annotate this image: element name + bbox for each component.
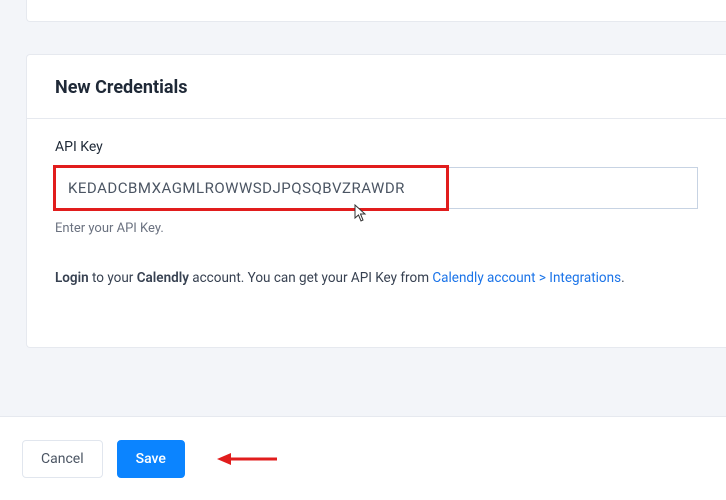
- new-credentials-card: New Credentials API Key Enter your API K…: [26, 54, 726, 348]
- save-button[interactable]: Save: [117, 440, 185, 478]
- api-key-hint: Enter your API Key.: [55, 221, 698, 236]
- card-title: New Credentials: [55, 77, 698, 98]
- info-suffix: .: [621, 270, 625, 286]
- api-key-input[interactable]: [55, 167, 698, 209]
- api-key-input-wrap: [55, 167, 698, 209]
- info-text: Login to your Calendly account. You can …: [55, 268, 698, 288]
- cancel-button[interactable]: Cancel: [22, 440, 103, 478]
- api-key-label: API Key: [55, 139, 698, 155]
- card-body: API Key Enter your API Key. Login to you…: [27, 119, 726, 312]
- previous-card-bottom-edge: [26, 0, 726, 22]
- info-calendly-bold: Calendly: [137, 270, 189, 286]
- info-text-2: account. You can get your API Key from: [189, 270, 432, 286]
- info-login-bold: Login: [55, 270, 89, 286]
- card-header: New Credentials: [27, 55, 726, 118]
- calendly-integrations-link[interactable]: Calendly account > Integrations: [432, 270, 621, 286]
- info-text-1: to your: [89, 270, 137, 286]
- callout-arrow-icon: [217, 449, 277, 469]
- footer-action-bar: Cancel Save: [0, 416, 726, 500]
